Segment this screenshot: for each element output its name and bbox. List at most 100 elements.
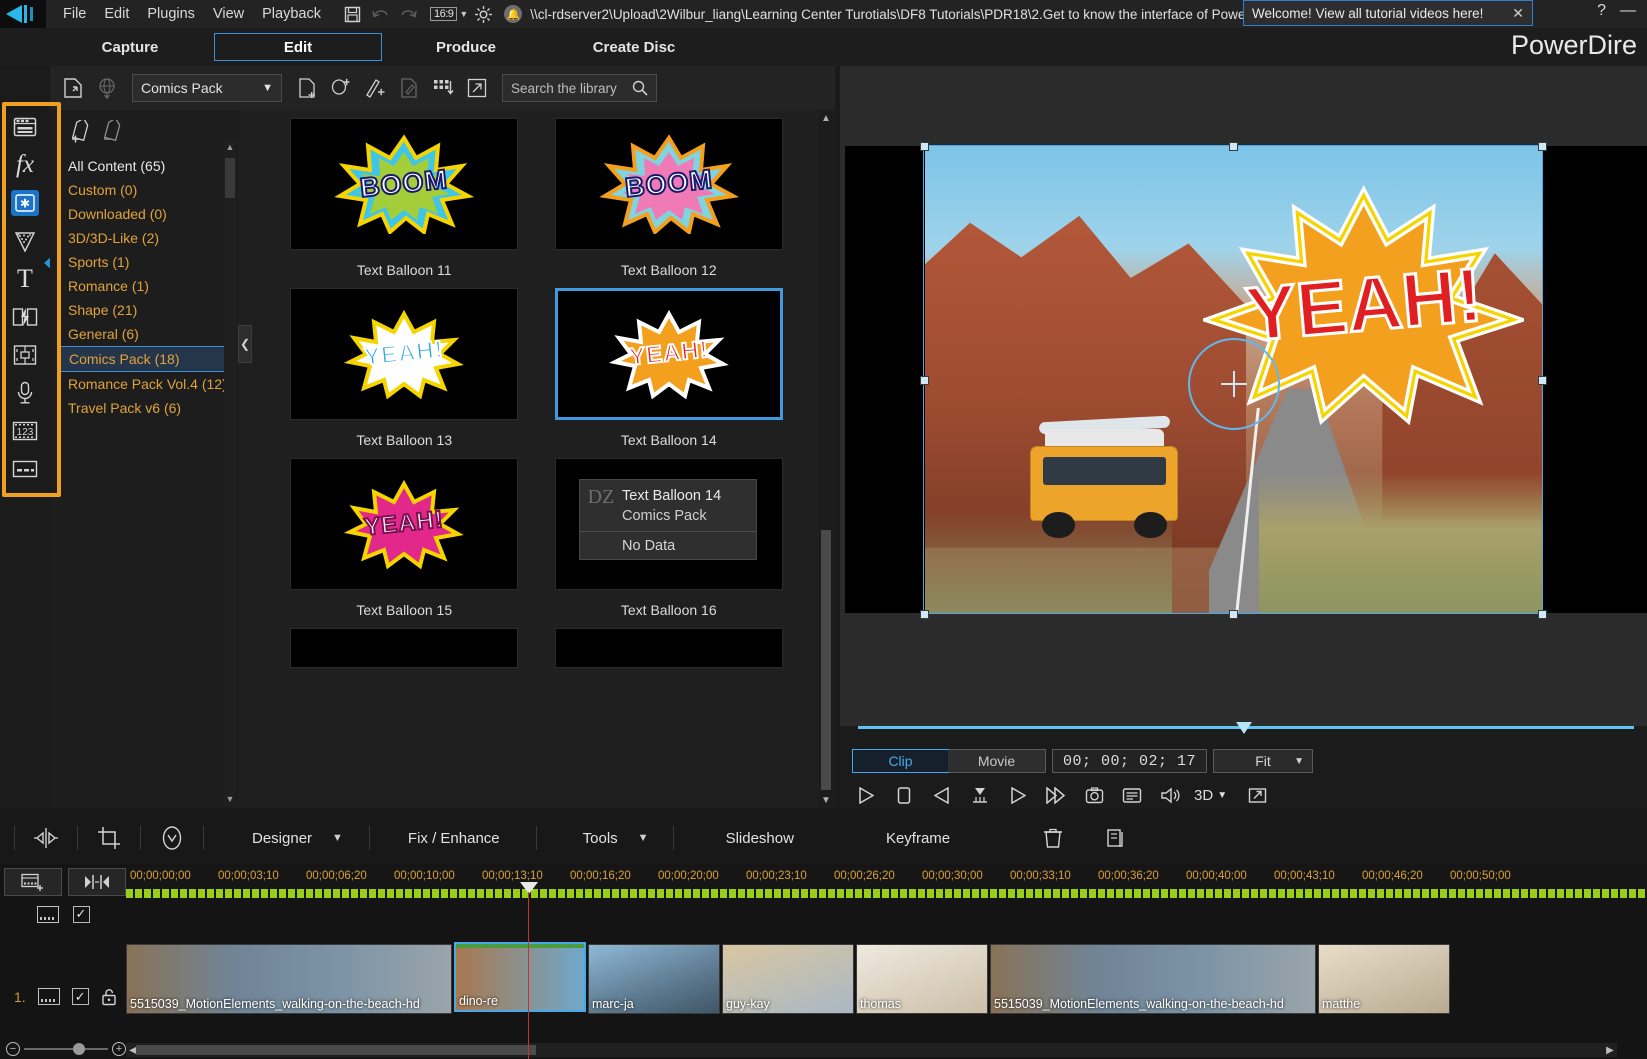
scroll-right-icon[interactable]: ▶ xyxy=(1603,1043,1617,1057)
video-track-checkbox[interactable]: ✓ xyxy=(72,988,89,1005)
magnetic-snap-button[interactable] xyxy=(68,868,126,896)
play-button[interactable] xyxy=(852,782,880,808)
tag-remove-icon[interactable] xyxy=(100,120,126,144)
volume-button[interactable] xyxy=(1156,782,1184,808)
library-item[interactable]: YEAH! Text Balloon 13 xyxy=(272,288,537,458)
expand-library-icon[interactable] xyxy=(462,73,492,103)
new-object-icon[interactable] xyxy=(292,73,322,103)
media-room-icon[interactable] xyxy=(0,108,50,146)
delete-icon[interactable] xyxy=(1036,822,1070,854)
snapshot-button[interactable] xyxy=(1080,782,1108,808)
movie-mode-button[interactable]: Movie xyxy=(948,750,1045,772)
particle-room-icon[interactable] xyxy=(0,222,50,260)
collapse-panel-icon[interactable]: ❮ xyxy=(238,325,252,363)
handle-e[interactable] xyxy=(1538,376,1547,385)
library-item-thumbnail[interactable] xyxy=(555,628,783,668)
transition-room-icon[interactable] xyxy=(0,298,50,336)
voice-over-room-icon[interactable] xyxy=(0,374,50,412)
library-item-thumbnail-selected[interactable]: YEAH! xyxy=(555,288,783,420)
fix-enhance-menu[interactable]: Fix / Enhance xyxy=(402,830,506,847)
tab-capture[interactable]: Capture xyxy=(46,33,214,61)
gear-icon[interactable] xyxy=(470,3,496,25)
tab-create-disc[interactable]: Create Disc xyxy=(550,33,718,61)
handle-ne[interactable] xyxy=(1538,142,1547,151)
pip-objects-room-icon[interactable]: ✱ xyxy=(0,184,50,222)
timeline-clip[interactable]: 5515039_MotionElements_walking-on-the-be… xyxy=(990,944,1316,1014)
zoom-knob[interactable] xyxy=(73,1043,85,1055)
menu-playback[interactable]: Playback xyxy=(253,2,330,26)
menu-edit[interactable]: Edit xyxy=(95,2,138,26)
slideshow-menu[interactable]: Slideshow xyxy=(720,830,800,847)
category-travel-pack-v6[interactable]: Travel Pack v6 (6) xyxy=(50,396,238,420)
library-category-select[interactable]: Comics Pack ▼ xyxy=(132,74,282,102)
timeline-track-area[interactable]: 5515039_MotionElements_walking-on-the-be… xyxy=(126,934,1647,1044)
handle-sw[interactable] xyxy=(920,610,929,619)
timeline-clip-selected[interactable]: dino-re xyxy=(454,942,586,1012)
timeline-clip[interactable]: marc-ja xyxy=(588,944,720,1014)
library-item[interactable]: BOOM Text Balloon 12 xyxy=(537,118,802,288)
timeline-clip[interactable]: thomas xyxy=(856,944,988,1014)
close-icon[interactable]: ✕ xyxy=(1512,5,1524,22)
tab-edit[interactable]: Edit xyxy=(214,33,382,61)
power-tools-icon[interactable] xyxy=(155,822,189,854)
handle-s[interactable] xyxy=(1229,610,1238,619)
copy-clip-icon[interactable] xyxy=(1100,822,1134,854)
library-item-thumbnail[interactable]: YEAH! xyxy=(290,458,518,590)
zoom-track[interactable] xyxy=(24,1048,108,1050)
stop-button[interactable] xyxy=(890,782,918,808)
track-manager-button[interactable] xyxy=(4,868,62,896)
category-3d-like[interactable]: 3D/3D-Like (2) xyxy=(50,226,238,250)
minimize-button[interactable]: — xyxy=(1615,2,1641,20)
chevron-down-icon[interactable]: ▼ xyxy=(318,832,343,844)
library-item-thumbnail[interactable]: YEAH! xyxy=(290,288,518,420)
timeline-clip[interactable]: matthe xyxy=(1318,944,1450,1014)
tools-menu[interactable]: Tools xyxy=(577,830,624,847)
display-options-button[interactable] xyxy=(1118,782,1146,808)
audio-mixing-room-icon[interactable] xyxy=(0,336,50,374)
clip-movie-toggle[interactable]: Clip Movie xyxy=(852,749,1046,773)
designer-menu[interactable]: Designer xyxy=(246,830,318,847)
popout-preview-icon[interactable] xyxy=(1243,782,1271,808)
scroll-up-icon[interactable]: ▲ xyxy=(819,110,833,126)
next-frame-button[interactable] xyxy=(1004,782,1032,808)
category-romance[interactable]: Romance (1) xyxy=(50,274,238,298)
category-shape[interactable]: Shape (21) xyxy=(50,298,238,322)
timeline-clip[interactable]: 5515039_MotionElements_walking-on-the-be… xyxy=(126,944,452,1014)
chapter-room-icon[interactable]: 123 xyxy=(0,412,50,450)
zoom-in-icon[interactable]: + xyxy=(112,1042,126,1056)
scroll-down-icon[interactable]: ▼ xyxy=(819,792,833,808)
redo-icon[interactable] xyxy=(396,3,422,25)
library-item-thumbnail[interactable]: BOOM xyxy=(555,118,783,250)
category-general[interactable]: General (6) xyxy=(50,322,238,346)
zoom-fit-select[interactable]: Fit ▼ xyxy=(1213,749,1313,773)
category-all-content[interactable]: All Content (65) xyxy=(50,154,238,178)
crop-icon[interactable] xyxy=(92,822,126,854)
scrubber-knob[interactable] xyxy=(1236,722,1252,734)
bell-icon[interactable]: 🔔 xyxy=(504,5,522,23)
previous-frame-button[interactable] xyxy=(928,782,956,808)
lock-icon[interactable] xyxy=(101,988,116,1005)
category-custom[interactable]: Custom (0) xyxy=(50,178,238,202)
welcome-toast[interactable]: Welcome! View all tutorial videos here! … xyxy=(1243,0,1533,26)
library-scrollbar[interactable]: ▲ ▼ xyxy=(819,110,833,808)
chevron-down-icon[interactable]: ▼ xyxy=(624,832,649,844)
timeline-zoom-slider[interactable]: − + xyxy=(6,1039,126,1059)
timecode-field[interactable]: 00; 00; 02; 17 xyxy=(1052,749,1207,773)
scroll-down-icon[interactable]: ▼ xyxy=(224,792,236,806)
library-item-thumbnail[interactable]: BOOM xyxy=(290,118,518,250)
category-romance-pack-vol4[interactable]: Romance Pack Vol.4 (12) xyxy=(50,372,238,396)
preview-stage[interactable]: YEAH! xyxy=(840,66,1647,726)
help-button[interactable]: ? xyxy=(1592,2,1611,20)
modify-object-icon[interactable] xyxy=(394,73,424,103)
scroll-up-icon[interactable]: ▲ xyxy=(224,140,236,154)
timeline-horizontal-scrollbar[interactable]: ◀ ▶ xyxy=(126,1043,1617,1057)
clip-mode-button[interactable]: Clip xyxy=(852,749,949,773)
search-icon[interactable] xyxy=(632,80,648,96)
menu-plugins[interactable]: Plugins xyxy=(138,2,204,26)
tab-produce[interactable]: Produce xyxy=(382,33,550,61)
scrollbar-thumb[interactable] xyxy=(136,1045,536,1055)
preview-scrubber[interactable] xyxy=(840,714,1642,742)
mark-in-button[interactable] xyxy=(966,782,994,808)
category-downloaded[interactable]: Downloaded (0) xyxy=(50,202,238,226)
fast-forward-button[interactable] xyxy=(1042,782,1070,808)
